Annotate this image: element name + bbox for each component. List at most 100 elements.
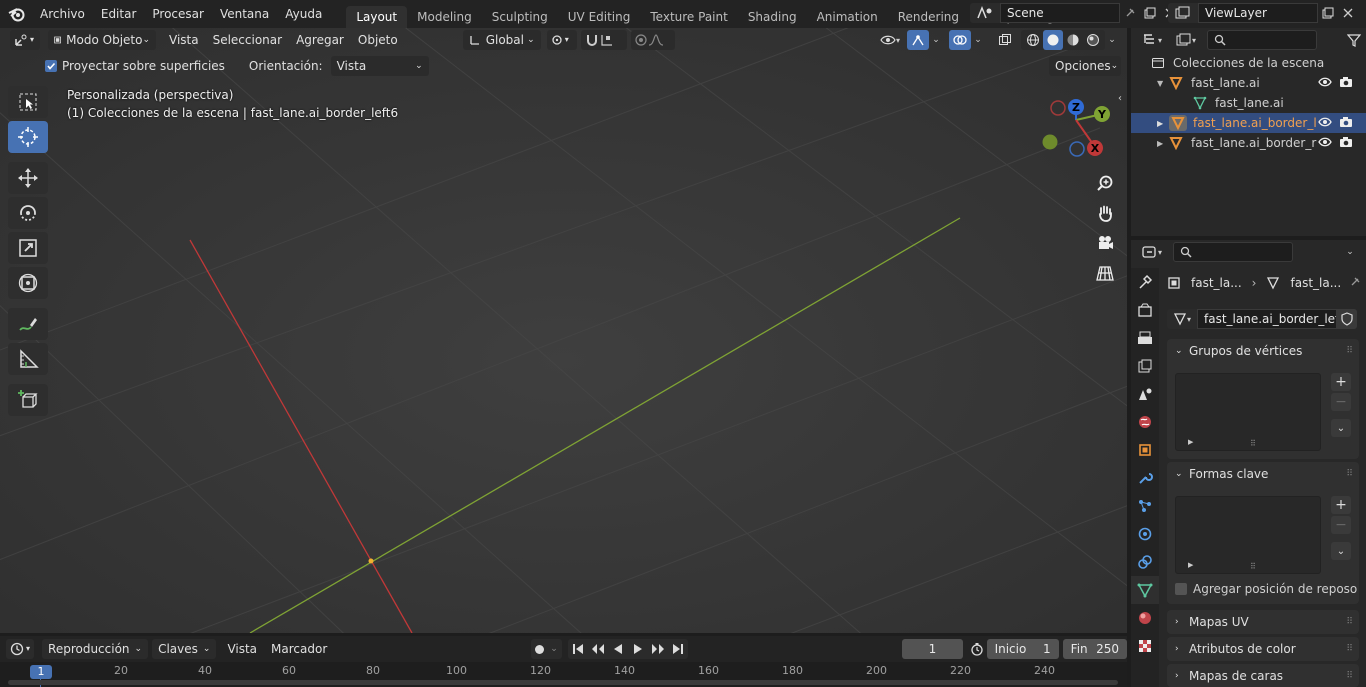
outliner-editor-type-icon[interactable]: ▾ bbox=[1137, 30, 1167, 50]
tab-layout[interactable]: Layout bbox=[346, 6, 408, 28]
material-shading-icon[interactable] bbox=[1063, 30, 1083, 50]
camera-render-icon[interactable] bbox=[1339, 136, 1353, 151]
shading-dropdown[interactable]: ⌄ bbox=[1105, 30, 1119, 50]
shape-keys-list[interactable]: ▶ ⠿ bbox=[1175, 496, 1321, 574]
play-reverse-icon[interactable] bbox=[608, 639, 628, 659]
close-view-layer-icon[interactable] bbox=[1338, 3, 1358, 23]
remove-shape-key-button[interactable]: − bbox=[1331, 516, 1351, 534]
visibility-toggle[interactable]: ▾ bbox=[873, 30, 907, 50]
blender-logo-icon[interactable] bbox=[2, 2, 32, 26]
tab-shading[interactable]: Shading bbox=[738, 6, 807, 28]
perspective-toggle-icon[interactable] bbox=[1092, 260, 1118, 286]
play-icon[interactable] bbox=[628, 639, 648, 659]
properties-editor-type-icon[interactable]: ▾ bbox=[1137, 242, 1167, 262]
outliner-item-border-left[interactable]: ▶ fast_lane.ai_border_l bbox=[1131, 113, 1366, 133]
gizmo-toggle-icon[interactable] bbox=[907, 30, 929, 50]
outliner-item-fast-lane[interactable]: ▼ fast_lane.ai bbox=[1131, 73, 1366, 93]
playhead-frame[interactable]: 1 bbox=[30, 665, 52, 679]
record-toggle[interactable]: ⌄ bbox=[531, 639, 562, 659]
transform-orientation-dropdown[interactable]: Global ⌄ bbox=[462, 30, 541, 50]
menu-editar[interactable]: Editar bbox=[93, 2, 145, 26]
pin-icon[interactable] bbox=[1349, 276, 1361, 291]
annotate-tool[interactable] bbox=[8, 308, 48, 340]
marker-menu[interactable]: Marcador bbox=[264, 642, 334, 656]
prev-keyframe-icon[interactable] bbox=[588, 639, 608, 659]
outliner-root-collection[interactable]: Colecciones de la escena bbox=[1131, 53, 1366, 73]
select-box-tool[interactable] bbox=[8, 86, 48, 118]
transform-tool[interactable] bbox=[8, 267, 48, 299]
rest-pose-checkbox[interactable] bbox=[1175, 583, 1187, 595]
jump-start-icon[interactable] bbox=[568, 639, 588, 659]
expand-arrow-icon[interactable]: ▶ bbox=[1157, 139, 1169, 148]
eye-icon[interactable] bbox=[1318, 136, 1332, 151]
wireframe-shading-icon[interactable] bbox=[1023, 30, 1043, 50]
new-scene-icon[interactable] bbox=[1140, 3, 1160, 23]
filter-icon[interactable] bbox=[1344, 30, 1364, 50]
camera-render-icon[interactable] bbox=[1339, 76, 1353, 91]
move-tool[interactable] bbox=[8, 162, 48, 194]
properties-search-input[interactable] bbox=[1173, 242, 1293, 262]
particles-tab-icon[interactable] bbox=[1131, 492, 1159, 520]
view-layer-icon[interactable] bbox=[1168, 3, 1198, 23]
current-frame-field[interactable]: 1 bbox=[901, 639, 963, 659]
mode-dropdown[interactable]: Modo Objeto ⌄ bbox=[48, 30, 156, 50]
outliner-search-input[interactable] bbox=[1207, 30, 1317, 50]
uv-maps-panel[interactable]: › Mapas UV ⠿ bbox=[1167, 610, 1359, 634]
tab-modeling[interactable]: Modeling bbox=[407, 6, 482, 28]
outliner-item-mesh-data[interactable]: fast_lane.ai bbox=[1131, 93, 1366, 113]
timeline-editor-type-icon[interactable]: ▾ bbox=[6, 639, 35, 659]
zoom-icon[interactable] bbox=[1092, 170, 1118, 196]
fake-user-shield-icon[interactable] bbox=[1337, 309, 1357, 329]
overlays-dropdown[interactable]: ⌄ bbox=[971, 30, 985, 50]
pan-hand-icon[interactable] bbox=[1092, 200, 1118, 226]
menu-ayuda[interactable]: Ayuda bbox=[277, 2, 330, 26]
tab-animation[interactable]: Animation bbox=[807, 6, 888, 28]
list-resize-handle-icon[interactable]: ⠿ bbox=[1250, 562, 1256, 571]
navigation-gizmo[interactable]: Z Y X bbox=[1036, 92, 1116, 162]
keying-menu[interactable]: Claves ⌄ bbox=[152, 639, 217, 659]
camera-render-icon[interactable] bbox=[1339, 116, 1353, 131]
outliner-item-border-right[interactable]: ▶ fast_lane.ai_border_r bbox=[1131, 133, 1366, 153]
project-checkbox[interactable] bbox=[45, 60, 57, 72]
cursor-tool[interactable] bbox=[8, 121, 48, 153]
add-shape-key-button[interactable]: + bbox=[1331, 496, 1351, 514]
timeline-ruler[interactable]: 1 20 40 60 80 100 120 140 160 180 200 22… bbox=[0, 662, 1127, 687]
scene-tab-icon[interactable] bbox=[1131, 380, 1159, 408]
display-mode-icon[interactable]: ▾ bbox=[1171, 30, 1201, 50]
scene-icon[interactable] bbox=[970, 3, 1000, 23]
list-resize-handle-icon[interactable]: ⠿ bbox=[1250, 439, 1256, 448]
physics-tab-icon[interactable] bbox=[1131, 520, 1159, 548]
shape-key-specials-dropdown[interactable]: ⌄ bbox=[1331, 542, 1351, 560]
constraints-tab-icon[interactable] bbox=[1131, 548, 1159, 576]
render-tab-icon[interactable] bbox=[1131, 296, 1159, 324]
drag-handle-icon[interactable]: ⠿ bbox=[1346, 671, 1353, 681]
world-tab-icon[interactable] bbox=[1131, 408, 1159, 436]
gizmo-dropdown[interactable]: ⌄ bbox=[929, 30, 943, 50]
menu-archivo[interactable]: Archivo bbox=[32, 2, 93, 26]
snap-toggle[interactable] bbox=[580, 30, 627, 50]
tab-rendering[interactable]: Rendering bbox=[888, 6, 969, 28]
add-vertex-group-button[interactable]: + bbox=[1331, 373, 1351, 391]
object-tab-icon[interactable] bbox=[1131, 436, 1159, 464]
vertex-groups-header[interactable]: ⌄ Grupos de vértices ⠿ bbox=[1167, 339, 1359, 363]
tab-sculpting[interactable]: Sculpting bbox=[482, 6, 558, 28]
add-cube-tool[interactable] bbox=[8, 384, 48, 416]
menu-ventana[interactable]: Ventana bbox=[212, 2, 277, 26]
tab-uv-editing[interactable]: UV Editing bbox=[558, 6, 641, 28]
sidebar-toggle-icon[interactable]: ‹ bbox=[1118, 93, 1122, 104]
measure-tool[interactable] bbox=[8, 343, 48, 375]
material-tab-icon[interactable] bbox=[1131, 604, 1159, 632]
mesh-browse-icon[interactable]: ▾ bbox=[1167, 309, 1197, 329]
drag-handle-icon[interactable]: ⠿ bbox=[1346, 617, 1353, 627]
camera-view-icon[interactable] bbox=[1092, 230, 1118, 256]
stopwatch-icon[interactable] bbox=[969, 639, 985, 659]
modifier-wrench-icon[interactable] bbox=[1131, 464, 1159, 492]
tab-texture-paint[interactable]: Texture Paint bbox=[640, 6, 737, 28]
tool-tab-icon[interactable] bbox=[1131, 268, 1159, 296]
pivot-point-button[interactable]: ▾ bbox=[546, 30, 577, 50]
3d-viewport[interactable]: ▾ Modo Objeto ⌄ Vista Seleccionar Agrega… bbox=[0, 28, 1127, 633]
menu-seleccionar[interactable]: Seleccionar bbox=[206, 33, 289, 47]
vertex-groups-list[interactable]: ▶ ⠿ bbox=[1175, 373, 1321, 451]
timeline-view-menu[interactable]: Vista bbox=[220, 642, 264, 656]
mesh-data-tab-icon[interactable] bbox=[1131, 576, 1159, 604]
